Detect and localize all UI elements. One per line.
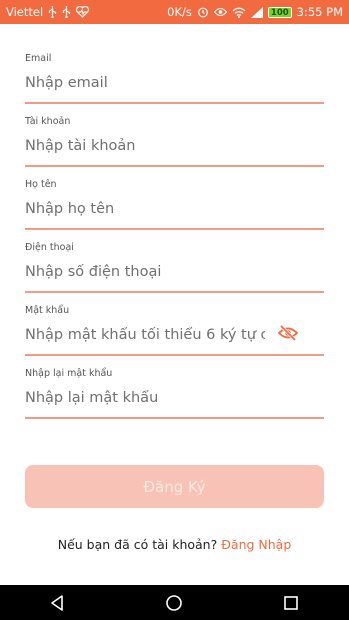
- email-field-group: Email: [25, 53, 324, 104]
- phone-field-group: Điện thoại: [25, 242, 324, 293]
- password-label: Mật khẩu: [25, 305, 70, 316]
- login-prompt-text: Nếu bạn đã có tài khoản?: [57, 537, 218, 552]
- register-button[interactable]: Đăng Ký: [25, 465, 324, 508]
- password-field[interactable]: [25, 321, 265, 349]
- recents-icon[interactable]: [271, 585, 311, 620]
- username-label: Tài khoản: [25, 116, 71, 127]
- phone-field[interactable]: [25, 258, 324, 286]
- username-field[interactable]: [25, 132, 324, 160]
- signal-icon: [250, 6, 263, 18]
- fullname-field[interactable]: [25, 195, 324, 223]
- fullname-label: Họ tên: [25, 179, 57, 190]
- confirm-password-underline: [25, 417, 324, 419]
- email-underline: [25, 102, 324, 104]
- login-link[interactable]: Đăng Nhập: [221, 537, 291, 552]
- carrier-name: Viettel: [6, 5, 44, 19]
- alarm-icon: [197, 6, 209, 18]
- wifi-icon: [232, 7, 246, 18]
- phone-label: Điện thoại: [25, 242, 74, 253]
- eye-off-icon[interactable]: [277, 324, 299, 342]
- eye-icon: [213, 7, 227, 17]
- username-underline: [25, 165, 324, 167]
- navigation-bar: [0, 585, 349, 620]
- status-bar: Viettel 0K/s 100 3:55 PM: [0, 0, 349, 24]
- fullname-underline: [25, 228, 324, 230]
- heart-monitor-icon: [76, 6, 90, 18]
- network-speed: 0K/s: [167, 5, 192, 19]
- phone-underline: [25, 291, 324, 293]
- password-underline: [25, 354, 324, 356]
- back-icon[interactable]: [38, 585, 78, 620]
- usb-icon: [48, 6, 57, 18]
- email-field[interactable]: [25, 69, 324, 97]
- usb-icon: [62, 6, 71, 18]
- fullname-field-group: Họ tên: [25, 179, 324, 230]
- confirm-password-field-group: Nhập lại mật khẩu: [25, 368, 324, 419]
- status-left: Viettel: [6, 5, 90, 19]
- password-field-group: Mật khẩu: [25, 305, 324, 356]
- clock: 3:55 PM: [296, 5, 343, 19]
- username-field-group: Tài khoản: [25, 116, 324, 167]
- status-right: 0K/s 100 3:55 PM: [167, 5, 343, 19]
- confirm-password-label: Nhập lại mật khẩu: [25, 368, 113, 379]
- battery-icon: 100: [267, 6, 292, 18]
- confirm-password-field[interactable]: [25, 384, 324, 412]
- email-label: Email: [25, 53, 52, 64]
- login-prompt: Nếu bạn đã có tài khoản? Đăng Nhập: [0, 537, 349, 552]
- home-icon[interactable]: [154, 585, 194, 620]
